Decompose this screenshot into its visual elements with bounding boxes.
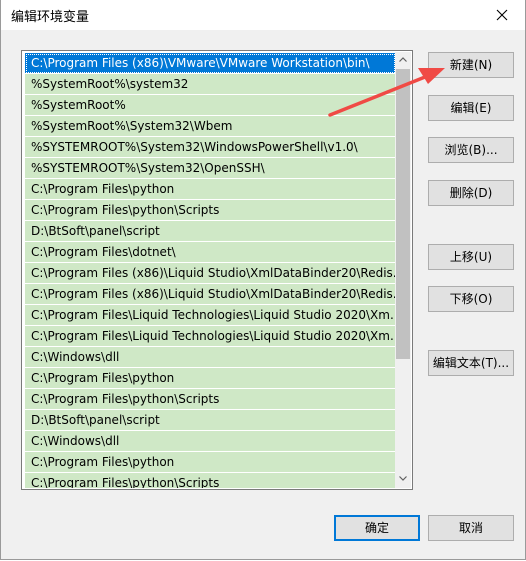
new-button[interactable]: 新建(N) xyxy=(428,52,514,78)
edit-button[interactable]: 编辑(E) xyxy=(428,95,514,121)
list-item[interactable]: C:\Program Files\python xyxy=(25,179,396,200)
scroll-down-button[interactable] xyxy=(395,471,411,488)
window-title: 编辑环境变量 xyxy=(11,10,90,25)
move-up-button[interactable]: 上移(U) xyxy=(428,244,514,270)
delete-button[interactable]: 删除(D) xyxy=(428,180,514,206)
list-item[interactable]: C:\Program Files\python\Scripts xyxy=(25,473,396,488)
ok-button[interactable]: 确定 xyxy=(334,515,420,541)
list-item[interactable]: D:\BtSoft\panel\script xyxy=(25,221,396,242)
list-item[interactable]: %SYSTEMROOT%\System32\OpenSSH\ xyxy=(25,158,396,179)
list-item[interactable]: C:\Program Files\Liquid Technologies\Liq… xyxy=(25,326,396,347)
list-item[interactable]: D:\BtSoft\panel\script xyxy=(25,410,396,431)
cancel-button[interactable]: 取消 xyxy=(428,515,514,541)
list-item[interactable]: C:\Program Files (x86)\Liquid Studio\Xml… xyxy=(25,284,396,305)
list-item[interactable]: %SystemRoot%\System32\Wbem xyxy=(25,116,396,137)
edit-env-var-dialog: 编辑环境变量 C:\Program Files (x86)\VMware\VMw… xyxy=(0,0,526,560)
list-item[interactable]: %SYSTEMROOT%\System32\WindowsPowerShell\… xyxy=(25,137,396,158)
title-bar[interactable]: 编辑环境变量 xyxy=(1,0,525,30)
chevron-down-icon xyxy=(399,476,407,481)
move-down-button[interactable]: 下移(O) xyxy=(428,286,514,312)
list-item[interactable]: %SystemRoot% xyxy=(25,95,396,116)
list-item[interactable]: C:\Windows\dll xyxy=(25,347,396,368)
close-button[interactable] xyxy=(479,0,525,30)
scroll-thumb[interactable] xyxy=(396,69,410,359)
close-icon xyxy=(496,9,508,21)
vertical-scrollbar[interactable] xyxy=(395,52,411,488)
browse-button[interactable]: 浏览(B)... xyxy=(428,137,514,163)
scroll-up-button[interactable] xyxy=(395,52,411,69)
list-item[interactable]: C:\Program Files\python\Scripts xyxy=(25,200,396,221)
list-item[interactable]: C:\Program Files\dotnet\ xyxy=(25,242,396,263)
list-item[interactable]: C:\Program Files\python\Scripts xyxy=(25,389,396,410)
list-item[interactable]: C:\Program Files\python xyxy=(25,368,396,389)
list-item[interactable]: C:\Program Files\Liquid Technologies\Liq… xyxy=(25,305,396,326)
list-item[interactable]: %SystemRoot%\system32 xyxy=(25,74,396,95)
list-item[interactable]: C:\Windows\dll xyxy=(25,431,396,452)
edit-text-button[interactable]: 编辑文本(T)... xyxy=(428,350,514,376)
list-item[interactable]: C:\Program Files (x86)\Liquid Studio\Xml… xyxy=(25,263,396,284)
path-listbox[interactable]: C:\Program Files (x86)\VMware\VMware Wor… xyxy=(21,50,413,490)
chevron-up-icon xyxy=(399,57,407,62)
list-item[interactable]: C:\Program Files\python xyxy=(25,452,396,473)
path-list: C:\Program Files (x86)\VMware\VMware Wor… xyxy=(23,52,396,488)
list-item[interactable]: C:\Program Files (x86)\VMware\VMware Wor… xyxy=(25,53,396,74)
